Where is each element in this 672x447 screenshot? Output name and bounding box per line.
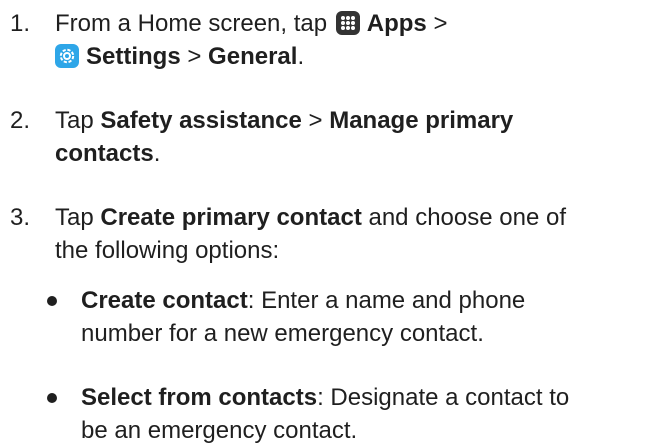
step-line: From a Home screen, tap Apps > xyxy=(55,7,672,40)
step-line: the following options: xyxy=(55,237,280,264)
step-line: Tap Create primary contact and choose on… xyxy=(55,201,672,234)
step-text: Tap Create primary contact and choose on… xyxy=(55,201,672,267)
manage-primary-label: Manage primary xyxy=(329,107,514,134)
bullet-icon xyxy=(47,296,57,306)
apps-label: Apps xyxy=(366,10,427,37)
bullet-icon xyxy=(47,393,57,403)
step-text: From a Home screen, tap Apps > Settings … xyxy=(55,7,672,73)
apps-grid-icon xyxy=(335,11,360,35)
step-number: 1. xyxy=(10,10,31,37)
step-line: Settings > General. xyxy=(55,40,672,73)
step-number: 2. xyxy=(10,107,31,134)
period: . xyxy=(153,140,161,167)
step-text-prefix: Tap xyxy=(55,107,94,134)
option-line: Select from contacts: Designate a contac… xyxy=(81,381,667,414)
separator: > xyxy=(187,43,202,70)
option-label: Create contact xyxy=(81,287,248,314)
option-description: : Enter a name and phone xyxy=(247,287,526,314)
safety-assistance-label: Safety assistance xyxy=(100,107,302,134)
step-text-rest: and choose one of xyxy=(368,204,566,231)
option-line: be an emergency contact. xyxy=(81,417,358,444)
separator: > xyxy=(433,10,448,37)
step-text-prefix: From a Home screen, tap xyxy=(55,10,328,37)
step-text-prefix: Tap xyxy=(55,204,94,231)
option-text: Select from contacts: Designate a contac… xyxy=(81,381,667,447)
general-label: General xyxy=(208,43,298,70)
step-line: contacts. xyxy=(55,137,672,170)
option-text: Create contact: Enter a name and phone n… xyxy=(81,284,667,350)
separator: > xyxy=(308,107,323,134)
instructions-document: 1. From a Home screen, tap Apps > Settin… xyxy=(0,0,672,444)
step-text: Tap Safety assistance > Manage primary c… xyxy=(55,104,672,170)
option-description: : Designate a contact to xyxy=(317,384,570,411)
option-line: number for a new emergency contact. xyxy=(81,320,484,347)
step-line: Tap Safety assistance > Manage primary xyxy=(55,104,672,137)
option-label: Select from contacts xyxy=(81,384,318,411)
create-primary-contact-label: Create primary contact xyxy=(100,204,362,231)
contacts-label: contacts xyxy=(55,140,154,167)
period: . xyxy=(297,43,305,70)
settings-label: Settings xyxy=(86,43,181,70)
option-line: Create contact: Enter a name and phone xyxy=(81,284,667,317)
step-number: 3. xyxy=(10,204,31,231)
settings-gear-icon xyxy=(55,44,79,68)
